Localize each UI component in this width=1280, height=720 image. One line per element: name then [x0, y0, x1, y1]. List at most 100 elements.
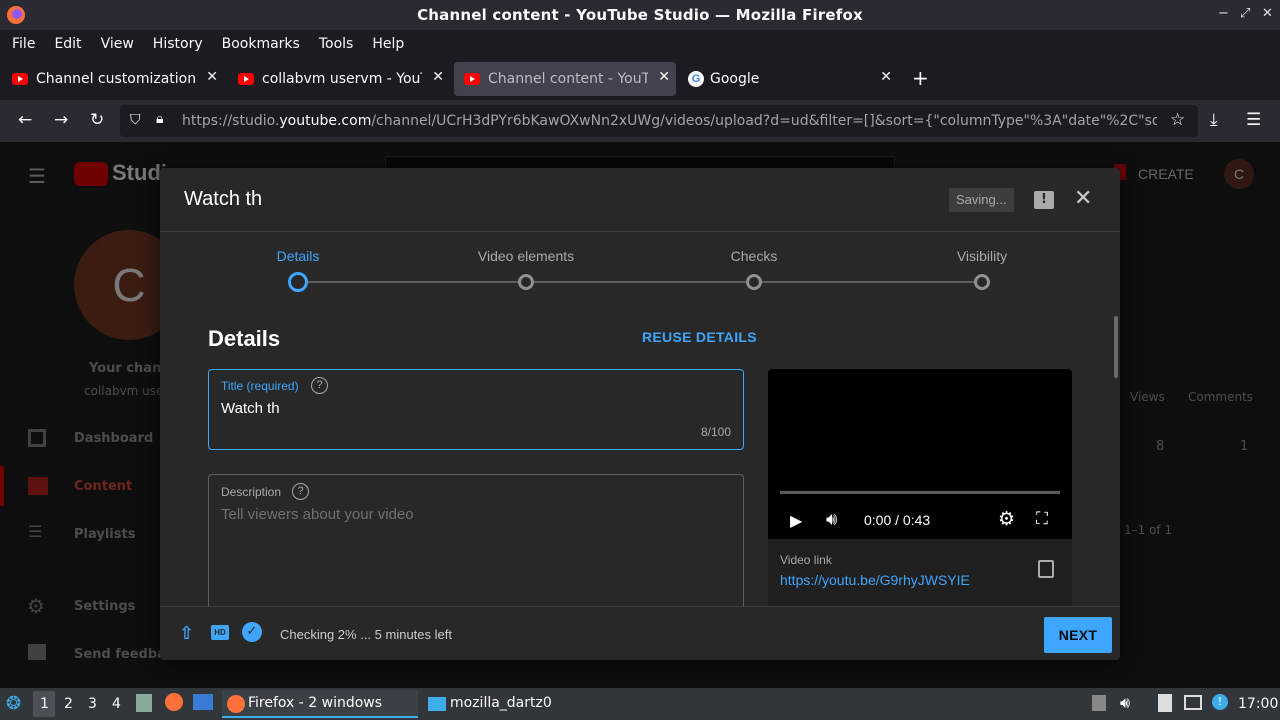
tab-channel-customization[interactable]: Channel customization - ✕	[2, 62, 224, 96]
folder-icon	[428, 697, 446, 711]
tab-close-icon[interactable]: ✕	[658, 69, 670, 85]
app-menu-icon[interactable]: ☰	[1246, 110, 1261, 130]
maximize-button[interactable]: ⤢	[1240, 6, 1250, 21]
desktop-3[interactable]: 3	[88, 696, 97, 712]
window-title: Channel content - YouTube Studio — Mozil…	[417, 6, 863, 24]
dialog-header: Watch th Saving... ! ✕	[160, 168, 1120, 232]
description-field-label: Description	[221, 485, 282, 499]
youtube-icon	[12, 73, 28, 85]
video-progress-bar[interactable]	[780, 491, 1060, 494]
help-icon[interactable]: ?	[292, 483, 309, 500]
downloads-icon[interactable]: ⤓	[1210, 110, 1218, 130]
reuse-details-button[interactable]: REUSE DETAILS	[642, 329, 757, 345]
step-checks[interactable]: Checks	[731, 248, 778, 264]
tab-label: collabvm uservm - YouTu	[262, 71, 422, 87]
step-visibility[interactable]: Visibility	[957, 248, 1007, 264]
step-video-elements[interactable]: Video elements	[478, 248, 574, 264]
youtube-icon	[464, 73, 480, 85]
desktop-1[interactable]: 1	[40, 696, 49, 712]
menu-bar: File Edit View History Bookmarks Tools H…	[0, 30, 1280, 58]
file-manager-icon[interactable]	[136, 694, 152, 712]
upload-icon[interactable]: ⇧	[179, 623, 194, 644]
tab-label: Channel customization -	[36, 71, 196, 87]
step-dot-checks[interactable]	[746, 274, 762, 290]
copy-icon[interactable]	[1038, 560, 1054, 578]
check-circle-icon[interactable]: ✓	[242, 622, 262, 642]
url-text[interactable]: https://studio.youtube.com/channel/UCrH3…	[182, 113, 1157, 129]
volume-icon[interactable]: 🔊︎	[826, 509, 837, 530]
step-dot-video-elements[interactable]	[518, 274, 534, 290]
tab-channel-content[interactable]: Channel content - YouTub ✕	[454, 62, 676, 96]
tab-close-icon[interactable]: ✕	[432, 69, 444, 85]
menu-tools[interactable]: Tools	[319, 36, 354, 52]
menu-history[interactable]: History	[153, 36, 203, 52]
tab-collabvm-uservm[interactable]: collabvm uservm - YouTu ✕	[228, 62, 450, 96]
hd-icon[interactable]: HD	[211, 625, 229, 640]
title-field[interactable]: Title (required) ? 8/100	[208, 369, 744, 450]
help-icon[interactable]: ?	[311, 377, 328, 394]
youtube-icon	[238, 73, 254, 85]
minimize-button[interactable]: −	[1218, 6, 1229, 21]
menu-bookmarks[interactable]: Bookmarks	[222, 36, 300, 52]
clipboard-icon[interactable]	[1158, 694, 1172, 712]
next-button[interactable]: NEXT	[1044, 617, 1112, 653]
back-button[interactable]: ←	[18, 110, 32, 130]
menu-edit[interactable]: Edit	[54, 36, 81, 52]
taskbar-folder-window[interactable]: mozilla_dartz0	[424, 690, 620, 718]
bookmark-star-icon[interactable]: ☆	[1170, 110, 1185, 130]
close-window-button[interactable]: ✕	[1262, 6, 1273, 21]
title-input[interactable]	[221, 400, 721, 417]
title-char-counter: 8/100	[700, 425, 731, 439]
taskbar-firefox-label: Firefox - 2 windows	[248, 695, 383, 711]
menu-help[interactable]: Help	[372, 36, 404, 52]
menu-view[interactable]: View	[101, 36, 134, 52]
dialog-scrollbar[interactable]	[1114, 316, 1118, 378]
upload-status: Checking 2% ... 5 minutes left	[280, 627, 452, 642]
tab-label: Channel content - YouTub	[488, 71, 648, 87]
new-tab-button[interactable]: +	[912, 66, 929, 90]
clock[interactable]: 17:00	[1238, 696, 1278, 712]
notification-icon[interactable]: !	[1212, 694, 1228, 710]
tab-close-icon[interactable]: ✕	[206, 69, 218, 85]
dialog-title: Watch th	[184, 188, 263, 210]
menu-file[interactable]: File	[12, 36, 35, 52]
video-time: 0:00 / 0:43	[864, 512, 931, 528]
taskbar-folder-label: mozilla_dartz0	[450, 695, 552, 711]
terminal-icon[interactable]	[193, 694, 213, 710]
tray-arrow-icon[interactable]	[1092, 695, 1106, 711]
step-dot-visibility[interactable]	[974, 274, 990, 290]
tab-close-icon[interactable]: ✕	[880, 69, 892, 85]
desktop-4[interactable]: 4	[112, 696, 121, 712]
upload-stepper: Details Video elements Checks Visibility	[160, 232, 1120, 302]
shield-icon[interactable]: ⛉	[130, 112, 141, 128]
video-link[interactable]: https://youtu.be/G9rhyJWSYIE	[780, 572, 970, 588]
google-icon: G	[688, 71, 704, 87]
step-details[interactable]: Details	[277, 248, 320, 264]
upload-dialog: Watch th Saving... ! ✕ Details Video ele…	[160, 168, 1120, 660]
window-titlebar: Channel content - YouTube Studio — Mozil…	[0, 0, 1280, 30]
tab-google[interactable]: G Google ✕	[680, 62, 898, 96]
play-icon[interactable]: ▶	[790, 511, 802, 530]
firefox-icon	[227, 695, 245, 713]
tab-label: Google	[710, 71, 760, 87]
tab-bar: Channel customization - ✕ collabvm userv…	[0, 58, 1280, 100]
url-bar[interactable]: ⛉ 🔒︎ https://studio.youtube.com/channel/…	[120, 105, 1198, 137]
fullscreen-icon[interactable]: ⛶	[1036, 509, 1048, 529]
display-icon[interactable]	[1184, 695, 1202, 710]
forward-button[interactable]: →	[54, 110, 68, 130]
close-dialog-icon[interactable]: ✕	[1074, 186, 1092, 211]
taskbar-firefox-window[interactable]: Firefox - 2 windows	[222, 690, 418, 718]
reload-button[interactable]: ↻	[90, 110, 104, 130]
url-domain: youtube.com	[279, 113, 372, 129]
start-menu-icon[interactable]: ❂	[6, 693, 21, 714]
saving-badge: Saving...	[949, 188, 1014, 212]
settings-gear-icon[interactable]: ⚙	[998, 508, 1015, 530]
volume-tray-icon[interactable]: 🔊︎	[1120, 693, 1130, 713]
feedback-icon[interactable]: !	[1034, 191, 1054, 209]
lock-icon[interactable]: 🔒︎	[156, 111, 163, 127]
firefox-icon	[7, 6, 25, 24]
navigation-bar: ← → ↻ ⛉ 🔒︎ https://studio.youtube.com/ch…	[0, 100, 1280, 142]
desktop-2[interactable]: 2	[64, 696, 73, 712]
step-dot-details[interactable]	[288, 272, 308, 292]
firefox-launcher-icon[interactable]	[165, 693, 183, 711]
